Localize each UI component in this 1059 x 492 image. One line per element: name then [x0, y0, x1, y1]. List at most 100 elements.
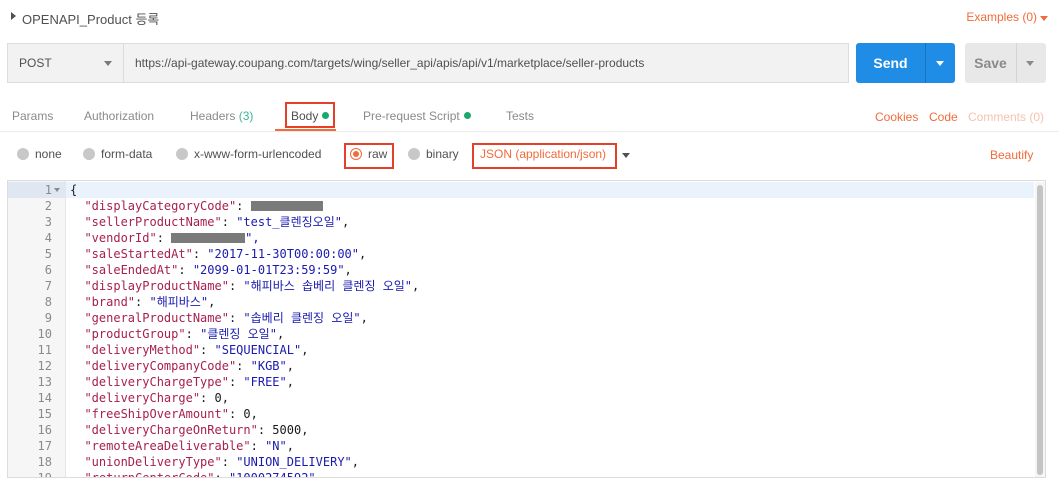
- line-number: 13: [37, 375, 52, 389]
- json-key: "deliveryCompanyCode": [84, 359, 237, 373]
- json-punct: ,: [301, 423, 309, 437]
- code-line[interactable]: 3 "sellerProductName": "test_클렌징오일",: [8, 214, 1034, 230]
- collapse-caret-icon[interactable]: [11, 12, 16, 20]
- radio-none[interactable]: none: [17, 147, 62, 161]
- code-text: "saleStartedAt": "2017-11-30T00:00:00",: [70, 246, 366, 262]
- save-options-chevron-icon[interactable]: [1026, 61, 1034, 66]
- radio-circle-icon: [408, 148, 420, 160]
- editor-scrollbar[interactable]: [1035, 182, 1045, 477]
- json-punct: :: [200, 391, 215, 405]
- json-punct: ,: [341, 215, 350, 229]
- chevron-down-icon[interactable]: [622, 153, 630, 158]
- json-value: "솝베리 클렌징 오일": [243, 311, 361, 325]
- code-line[interactable]: 12 "deliveryCompanyCode": "KGB",: [8, 358, 1034, 374]
- line-number: 17: [37, 439, 52, 453]
- code-text: "deliveryMethod": "SEQUENCIAL",: [70, 342, 308, 358]
- line-number: 14: [37, 391, 52, 405]
- fold-caret-icon[interactable]: [54, 188, 60, 192]
- json-punct: :: [236, 199, 251, 213]
- json-key: "displayProductName": [84, 279, 229, 293]
- line-number: 12: [37, 359, 52, 373]
- line-number: 1: [44, 183, 52, 197]
- json-punct: ,: [208, 295, 216, 309]
- code-line[interactable]: 15 "freeShipOverAmount": 0,: [8, 406, 1034, 422]
- content-type-highlight-box: [472, 143, 617, 169]
- send-options-chevron-icon[interactable]: [936, 61, 944, 66]
- code-line[interactable]: 1{: [8, 182, 1034, 198]
- json-key: "returnCenterCode": [84, 471, 215, 478]
- json-punct: :: [192, 247, 208, 261]
- save-button[interactable]: Save: [965, 43, 1046, 83]
- code-text: "vendorId": ",: [70, 230, 260, 246]
- line-number: 2: [44, 199, 52, 213]
- send-button[interactable]: Send: [856, 43, 955, 83]
- code-editor[interactable]: 1{2 "displayCategoryCode": 3 "sellerProd…: [7, 180, 1046, 478]
- json-key: "vendorId": [84, 231, 157, 245]
- code-line[interactable]: 11 "deliveryMethod": "SEQUENCIAL",: [8, 342, 1034, 358]
- line-number: 16: [37, 423, 52, 437]
- json-value: "KGB": [250, 359, 287, 373]
- json-punct: ,: [301, 343, 309, 357]
- request-title[interactable]: OPENAPI_Product 등록: [22, 9, 159, 28]
- code-line[interactable]: 16 "deliveryChargeOnReturn": 5000,: [8, 422, 1034, 438]
- code-line[interactable]: 4 "vendorId": ",: [8, 230, 1034, 246]
- radio-binary[interactable]: binary: [408, 147, 459, 161]
- code-text: "unionDeliveryType": "UNION_DELIVERY",: [70, 454, 359, 470]
- request-header: OPENAPI_Product 등록 Examples (0): [0, 0, 1059, 34]
- tab-prerequest-script[interactable]: Pre-request Script: [363, 109, 471, 123]
- tab-params[interactable]: Params: [12, 109, 53, 123]
- chevron-down-icon: [104, 61, 112, 66]
- redacted-value: [250, 201, 323, 211]
- method-label: POST: [19, 56, 52, 70]
- code-line[interactable]: 8 "brand": "해피바스",: [8, 294, 1034, 310]
- json-punct: ",: [245, 231, 260, 245]
- divider: [925, 43, 926, 83]
- code-line[interactable]: 9 "generalProductName": "솝베리 클렌징 오일",: [8, 310, 1034, 326]
- tab-authorization[interactable]: Authorization: [84, 109, 154, 123]
- url-input[interactable]: https://api-gateway.coupang.com/targets/…: [135, 56, 644, 70]
- method-select[interactable]: POST: [8, 44, 124, 82]
- chevron-down-icon[interactable]: [1040, 16, 1048, 21]
- code-line[interactable]: 18 "unionDeliveryType": "UNION_DELIVERY"…: [8, 454, 1034, 470]
- json-punct: :: [228, 279, 244, 293]
- json-punct: ,: [250, 407, 258, 421]
- json-punct: :: [250, 439, 266, 453]
- raw-highlight-box: [344, 143, 394, 169]
- code-link[interactable]: Code: [929, 110, 958, 124]
- code-line[interactable]: 19 "returnCenterCode": "1000274592",: [8, 470, 1034, 478]
- json-punct: :: [185, 327, 201, 341]
- code-line[interactable]: 14 "deliveryCharge": 0,: [8, 390, 1034, 406]
- radio-form-data[interactable]: form-data: [83, 147, 152, 161]
- json-punct: ,: [360, 311, 368, 325]
- comments-link[interactable]: Comments (0): [968, 110, 1044, 124]
- json-value: "클렌징 오일": [200, 327, 277, 341]
- tabs-divider: [0, 131, 1059, 132]
- json-punct: :: [221, 215, 237, 229]
- json-value: "해피바스": [149, 295, 209, 309]
- json-punct: :: [156, 231, 172, 245]
- code-text: "deliveryChargeType": "FREE",: [70, 374, 294, 390]
- code-line[interactable]: 10 "productGroup": "클렌징 오일",: [8, 326, 1034, 342]
- scrollbar-thumb[interactable]: [1037, 185, 1043, 475]
- code-text: "remoteAreaDeliverable": "N",: [70, 438, 294, 454]
- json-key: "generalProductName": [84, 311, 229, 325]
- radio-none-label: none: [35, 147, 62, 161]
- code-line[interactable]: 6 "saleEndedAt": "2099-01-01T23:59:59",: [8, 262, 1034, 278]
- code-text: "displayCategoryCode":: [70, 198, 323, 214]
- tab-headers[interactable]: Headers (3): [190, 109, 253, 123]
- code-text: "sellerProductName": "test_클렌징오일",: [70, 214, 349, 230]
- radio-circle-icon: [83, 148, 95, 160]
- tab-tests[interactable]: Tests: [506, 109, 534, 123]
- radio-urlencoded[interactable]: x-www-form-urlencoded: [176, 147, 321, 161]
- json-punct: :: [228, 375, 244, 389]
- json-key: "displayCategoryCode": [84, 199, 237, 213]
- code-line[interactable]: 5 "saleStartedAt": "2017-11-30T00:00:00"…: [8, 246, 1034, 262]
- examples-dropdown[interactable]: Examples (0): [966, 10, 1037, 24]
- cookies-link[interactable]: Cookies: [875, 110, 918, 124]
- code-line[interactable]: 2 "displayCategoryCode":: [8, 198, 1034, 214]
- beautify-button[interactable]: Beautify: [990, 148, 1033, 162]
- code-line[interactable]: 17 "remoteAreaDeliverable": "N",: [8, 438, 1034, 454]
- code-line[interactable]: 13 "deliveryChargeType": "FREE",: [8, 374, 1034, 390]
- json-key: "brand": [84, 295, 136, 309]
- code-line[interactable]: 7 "displayProductName": "해피바스 솝베리 클렌징 오일…: [8, 278, 1034, 294]
